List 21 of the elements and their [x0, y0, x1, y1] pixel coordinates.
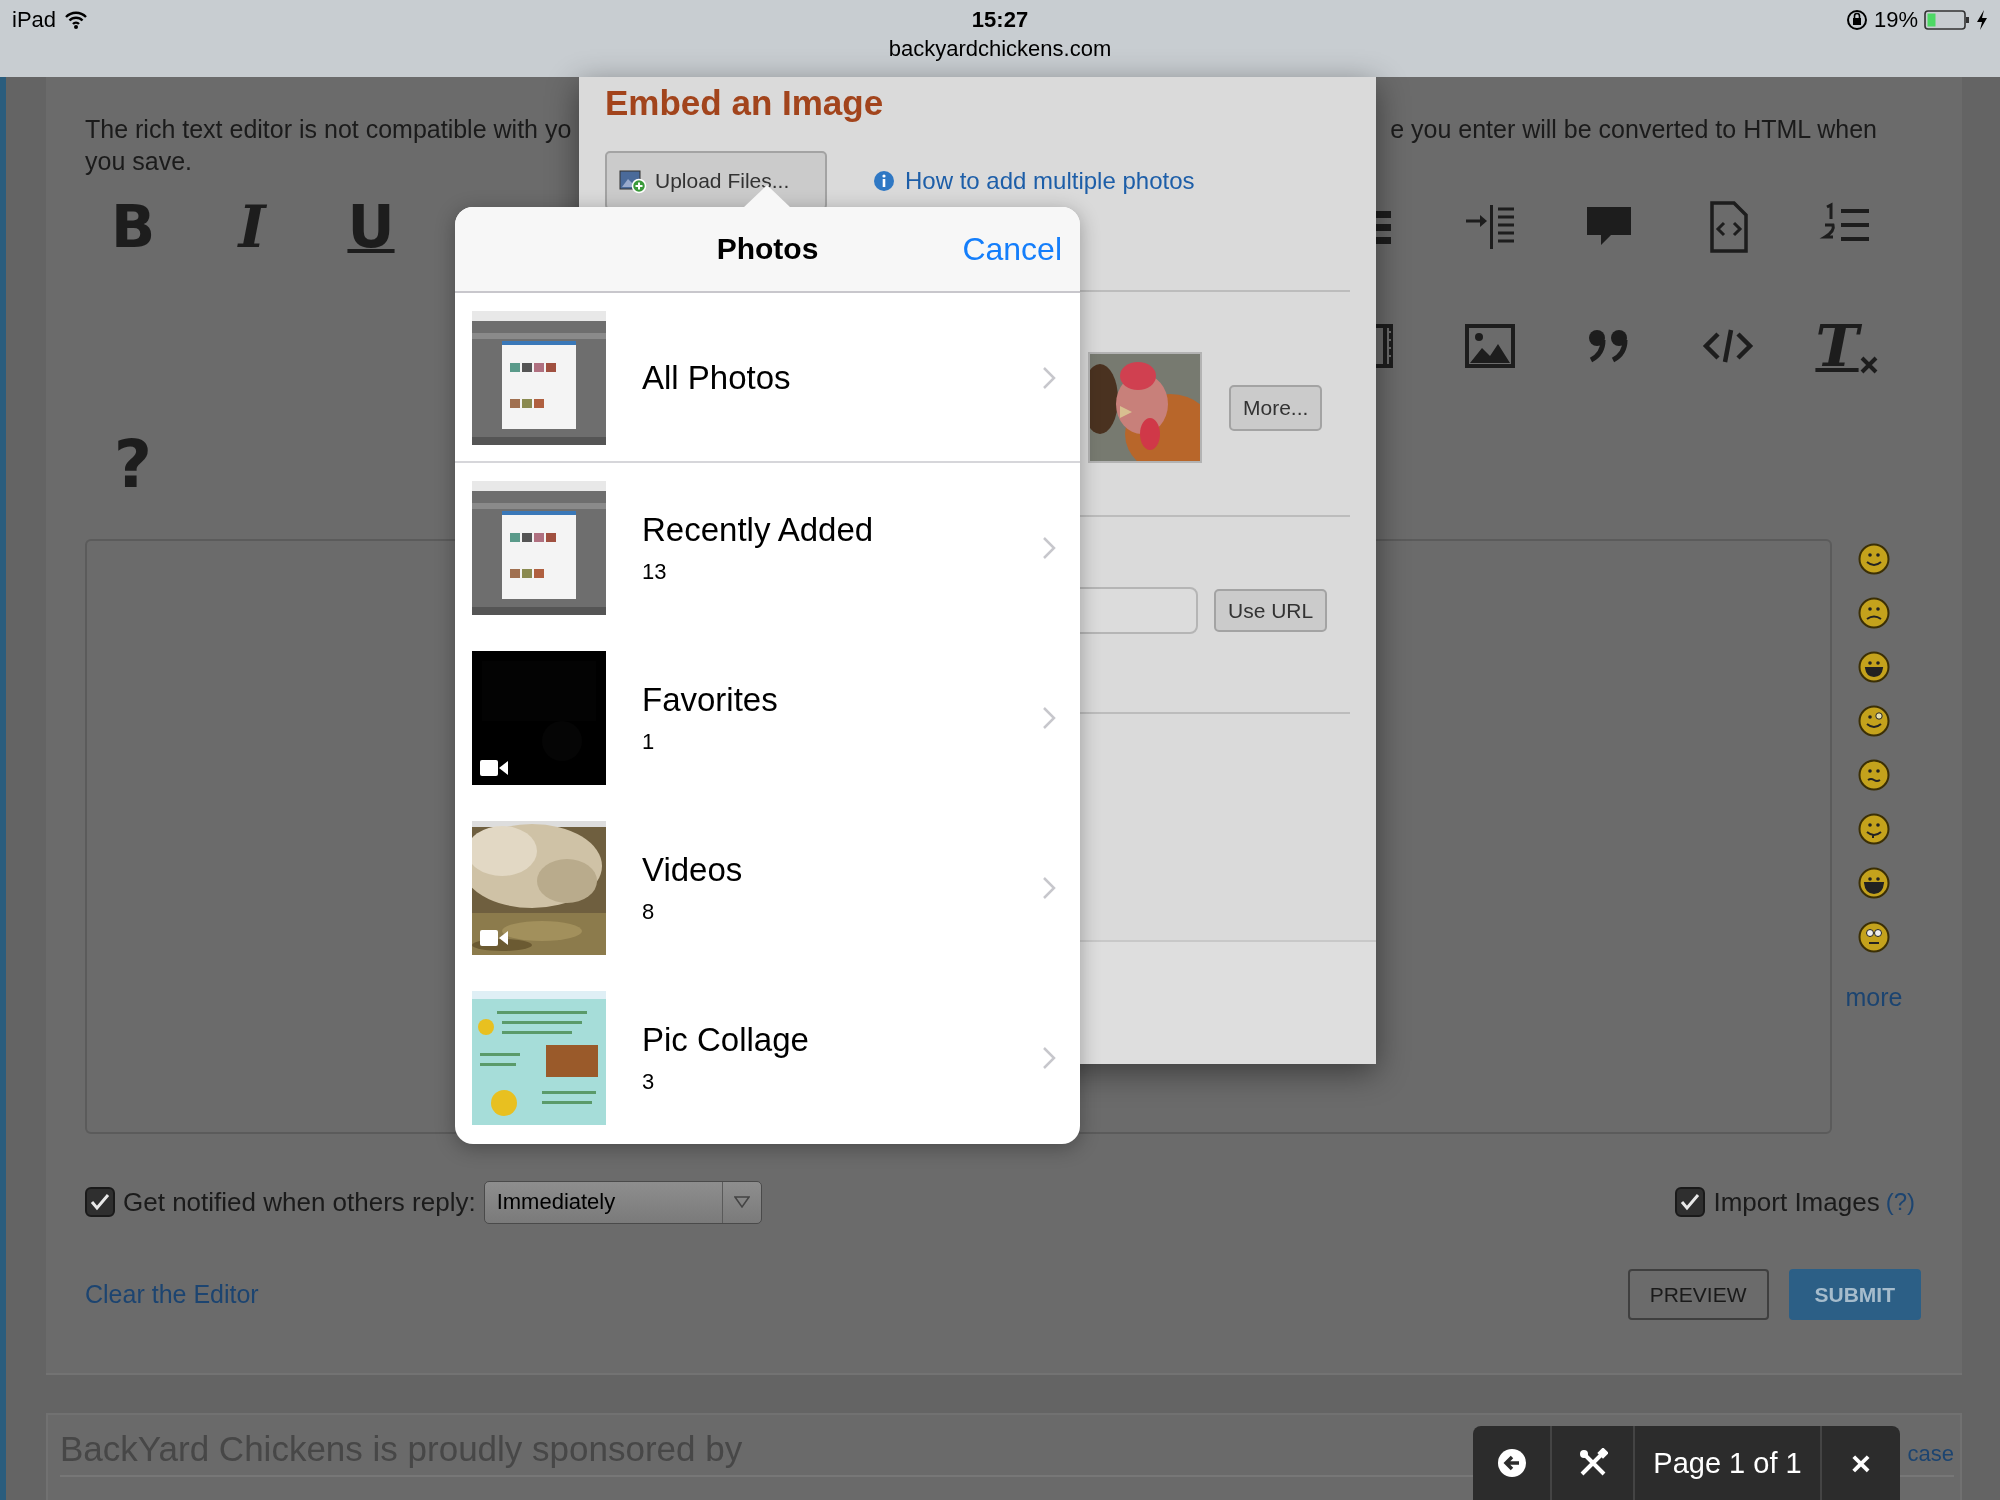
album-name: All Photos	[642, 359, 792, 397]
album-name: Favorites	[642, 681, 779, 719]
clock-time: 15:27	[971, 7, 1029, 33]
battery-percent: 19%	[1873, 7, 1918, 33]
page-indicator: Page 1 of 1	[1653, 1446, 1802, 1480]
notice-text: you save.	[85, 147, 192, 175]
notice-text: e you enter will be converted to HTML when	[1390, 114, 1877, 145]
device-name: iPad	[12, 7, 57, 33]
album-count: 1	[642, 729, 656, 755]
popover-title: Photos	[716, 232, 819, 266]
album-count: 13	[642, 559, 668, 585]
address-bar-url: backyardchickens.com	[887, 36, 1113, 62]
album-count: 8	[642, 899, 656, 925]
notice-text: The rich text editor is not compatible with yo	[85, 114, 572, 145]
album-name: Videos	[642, 851, 744, 889]
dialog-title: Embed an Image	[605, 82, 885, 124]
notify-label: Get notified when others reply:	[123, 1186, 476, 1218]
album-name: Recently Added	[642, 511, 875, 549]
import-images-label: Import Images	[1713, 1186, 1880, 1218]
album-name: Pic Collage	[642, 1021, 810, 1059]
album-count: 3	[642, 1069, 656, 1095]
